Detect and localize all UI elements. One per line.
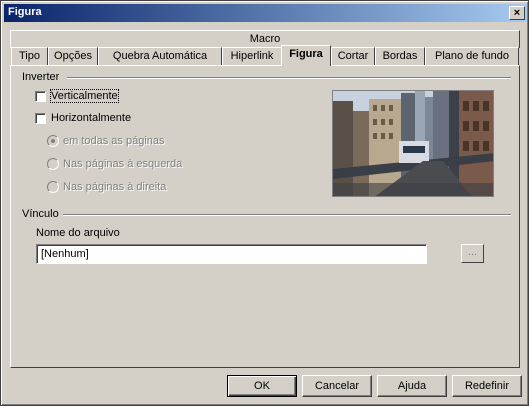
radio-right-pages-label: Nas páginas à direita	[63, 181, 167, 193]
tab-hiperlink[interactable]: Hiperlink	[222, 47, 282, 65]
tab-label: Figura	[289, 48, 323, 60]
help-button[interactable]: Ajuda	[377, 375, 447, 397]
browse-button[interactable]: ...	[461, 244, 484, 263]
horizontal-label[interactable]: Horizontalmente	[51, 112, 131, 124]
cancel-button[interactable]: Cancelar	[302, 375, 372, 397]
tab-label: Macro	[249, 33, 281, 45]
tab-macro[interactable]: Macro	[10, 30, 520, 48]
vertical-checkbox[interactable]	[35, 91, 46, 102]
tab-opcoes[interactable]: Opções	[48, 47, 98, 65]
tab-figura[interactable]: Figura	[281, 45, 331, 66]
tab-label: Cortar	[337, 50, 369, 62]
title-bar[interactable]: Figura ×	[4, 4, 527, 22]
file-name-label: Nome do arquivo	[36, 227, 120, 239]
tab-label: Bordas	[382, 50, 418, 62]
reset-button[interactable]: Redefinir	[452, 375, 522, 397]
dialog-window: Figura × Macro Tipo Opções Quebra Automá…	[0, 0, 529, 406]
inverter-heading: Inverter	[22, 71, 64, 83]
image-preview	[332, 90, 494, 197]
tab-tipo[interactable]: Tipo	[11, 47, 48, 65]
vinculo-heading: Vínculo	[22, 208, 63, 220]
close-button[interactable]: ×	[509, 6, 525, 20]
file-name-field[interactable]: [Nenhum]	[36, 244, 427, 264]
radio-all-pages-label: em todas as páginas	[63, 135, 165, 147]
tab-quebra-automatica[interactable]: Quebra Automática	[98, 47, 222, 65]
tab-bordas[interactable]: Bordas	[375, 47, 425, 65]
window-title: Figura	[8, 6, 42, 18]
tab-cortar[interactable]: Cortar	[331, 47, 375, 65]
tab-label: Tipo	[19, 50, 40, 62]
radio-all-pages[interactable]	[47, 135, 59, 147]
city-photo-icon	[333, 91, 493, 196]
horizontal-checkbox[interactable]	[35, 113, 46, 124]
vertical-label[interactable]: Verticalmente	[50, 89, 119, 103]
radio-right-pages[interactable]	[47, 181, 59, 193]
ok-button[interactable]: OK	[227, 375, 297, 397]
tab-label: Quebra Automática	[112, 50, 208, 62]
tab-label: Plano de fundo	[434, 50, 509, 62]
radio-left-pages[interactable]	[47, 158, 59, 170]
tab-plano-de-fundo[interactable]: Plano de fundo	[425, 47, 519, 65]
vinculo-divider	[61, 214, 511, 216]
tab-label: Hiperlink	[230, 50, 274, 62]
inverter-divider	[67, 77, 511, 79]
tab-label: Opções	[54, 50, 92, 62]
close-icon: ×	[513, 7, 521, 19]
radio-left-pages-label: Nas páginas à esquerda	[63, 158, 183, 170]
